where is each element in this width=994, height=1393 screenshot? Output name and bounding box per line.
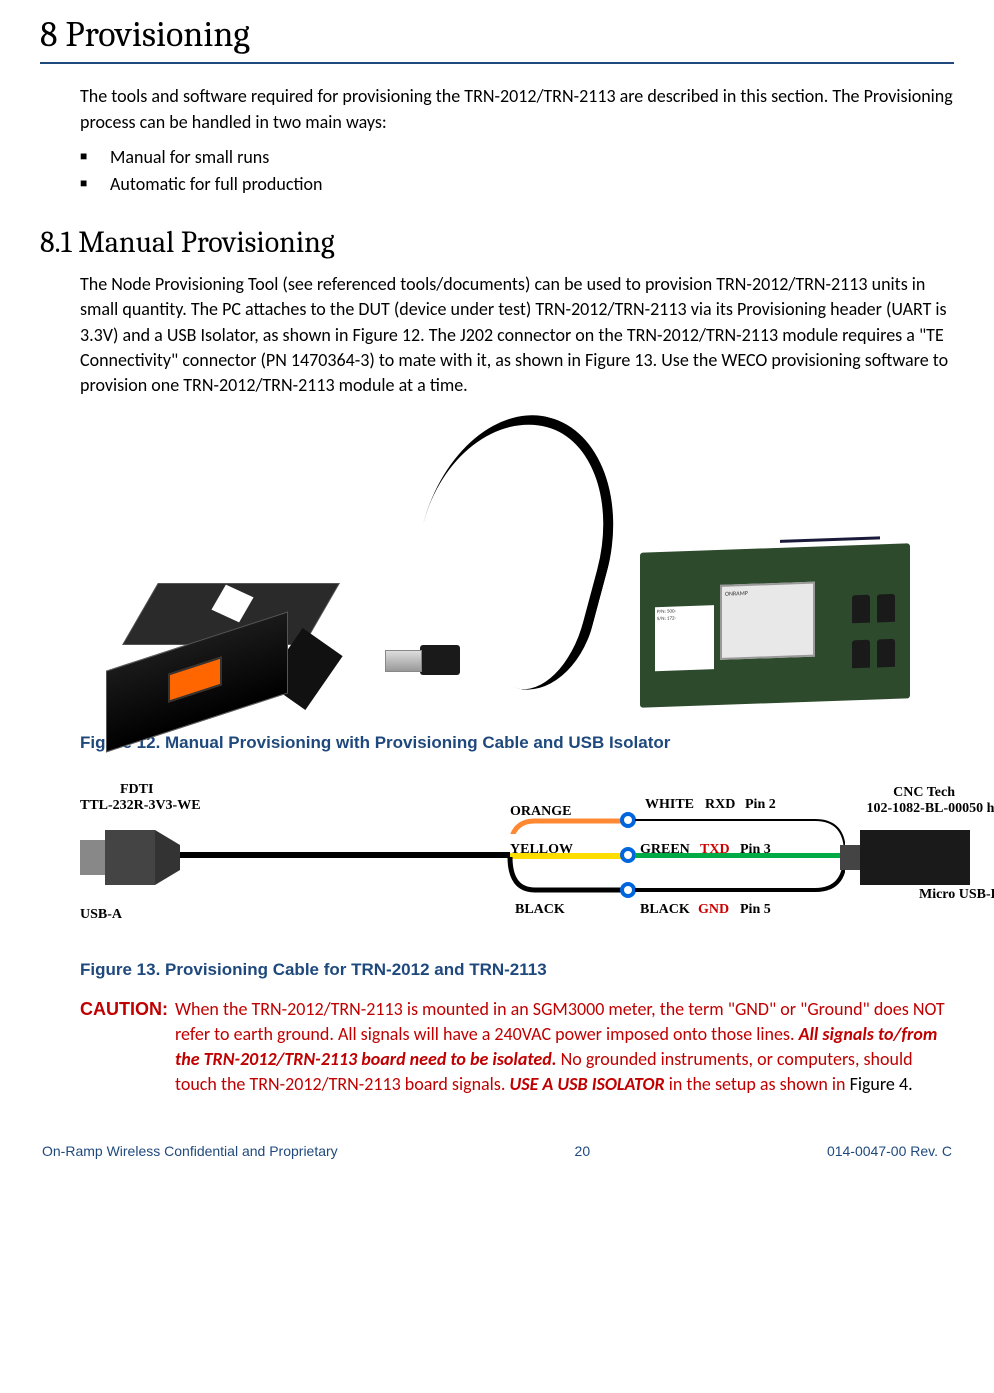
body-paragraph: The Node Provisioning Tool (see referenc… [80, 272, 954, 398]
black2-label: BLACK [640, 900, 690, 920]
list-item: Manual for small runs [80, 145, 954, 170]
pin2-label: Pin 2 [745, 795, 776, 815]
white-label: WHITE [645, 795, 694, 815]
caution-block: CAUTION: When the TRN-2012/TRN-2113 is m… [80, 997, 954, 1098]
black-wire [505, 855, 625, 895]
page-title: 8 Provisioning [40, 10, 954, 64]
footer-page-number: 20 [575, 1142, 591, 1162]
caution-text: When the TRN-2012/TRN-2113 is mounted in… [175, 997, 954, 1098]
micro-usb-label: Micro USB-B [919, 885, 994, 905]
black-label: BLACK [515, 900, 565, 920]
solder-point-icon [620, 882, 636, 898]
page-footer: On-Ramp Wireless Confidential and Propri… [40, 1142, 954, 1162]
intro-paragraph: The tools and software required for prov… [80, 84, 954, 134]
usb-isolator-illustration [110, 553, 310, 713]
figure-12-caption: Figure 12. Manual Provisioning with Prov… [80, 731, 954, 755]
gnd-label: GND [698, 900, 729, 920]
orange-wire [505, 816, 625, 834]
list-item: Automatic for full production [80, 172, 954, 197]
micro-usb-connector-icon [860, 830, 970, 885]
bullet-list: Manual for small runs Automatic for full… [40, 145, 954, 197]
cnc-sublabel: 102-1082-BL-00050 half [867, 799, 994, 819]
caution-label: CAUTION: [80, 997, 175, 1098]
black2-wire [635, 855, 845, 895]
usb-a-connector-icon [80, 830, 190, 885]
figure-13-caption: Figure 13. Provisioning Cable for TRN-20… [80, 958, 954, 982]
footer-right: 014-0047-00 Rev. C [827, 1142, 952, 1162]
solder-point-icon [620, 812, 636, 828]
section-heading: 8.1 Manual Provisioning [40, 222, 954, 264]
figure-13-wiring-diagram: FDTI TTL-232R-3V3-WE USB-A ORANGE YELLOW… [80, 780, 980, 950]
solder-point-icon [620, 847, 636, 863]
trn-board-illustration: ONRAMP P/N: 500-S/N: 172- [640, 543, 910, 707]
fdti-sublabel: TTL-232R-3V3-WE [80, 796, 201, 816]
micro-usb-tip-icon [840, 845, 860, 870]
rxd-label: RXD [705, 795, 735, 815]
usb-a-label: USB-A [80, 905, 122, 925]
footer-left: On-Ramp Wireless Confidential and Propri… [42, 1142, 338, 1162]
pin5-label: Pin 5 [740, 900, 771, 920]
figure-12-image: ONRAMP P/N: 500-S/N: 172- [80, 413, 910, 723]
usb-cable-illustration [380, 413, 660, 713]
